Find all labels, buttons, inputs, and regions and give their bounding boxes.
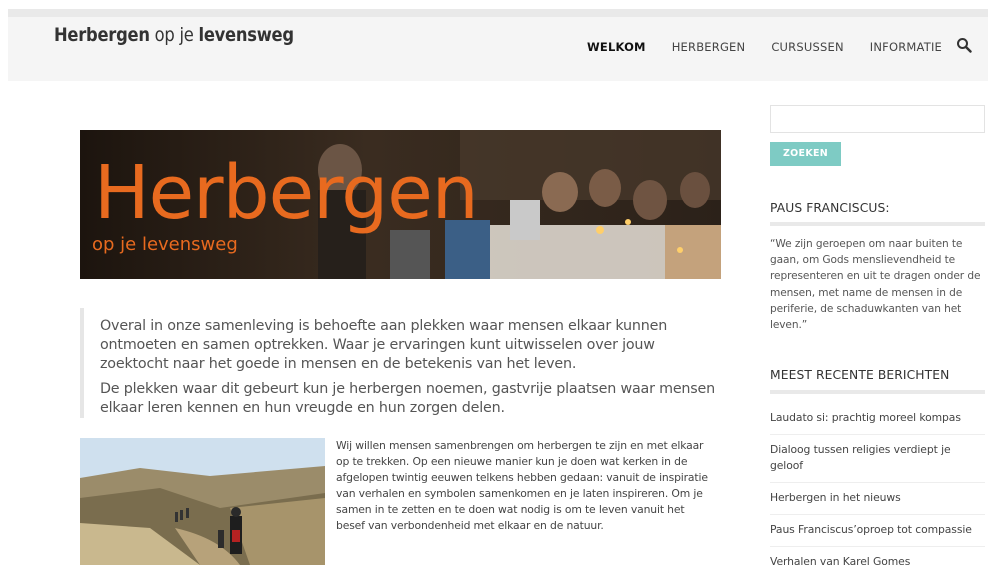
intro-paragraph-1: Overal in onze samenleving is behoefte a… bbox=[100, 318, 668, 372]
search-icon[interactable] bbox=[956, 37, 972, 53]
search-input[interactable] bbox=[770, 105, 985, 133]
recent-post-link[interactable]: Dialoog tussen religies verdiept je gelo… bbox=[770, 435, 985, 483]
recent-post-link[interactable]: Verhalen van Karel Gomes bbox=[770, 547, 985, 565]
recent-post-link[interactable]: Herbergen in het nieuws bbox=[770, 483, 985, 515]
logo-word-op-je: op je bbox=[149, 24, 199, 46]
widget-divider bbox=[770, 222, 985, 226]
search-button[interactable]: ZOEKEN bbox=[770, 142, 841, 166]
nav-item-informatie[interactable]: INFORMATIE bbox=[870, 40, 942, 54]
logo-word-herbergen: Herbergen bbox=[54, 24, 150, 46]
dunes-photo bbox=[80, 438, 325, 565]
recent-posts-list: Laudato si: prachtig moreel kompas Dialo… bbox=[770, 403, 985, 565]
site-header: Herbergen op je levensweg WELKOM HERBERG… bbox=[8, 17, 988, 81]
hero-subtitle: op je levensweg bbox=[92, 234, 238, 255]
recent-post-link[interactable]: Paus Franciscus’oproep tot compassie bbox=[770, 515, 985, 547]
main-nav: WELKOM HERBERGEN CURSUSSEN INFORMATIE bbox=[561, 37, 972, 55]
nav-item-herbergen[interactable]: HERBERGEN bbox=[672, 40, 746, 54]
recent-post-link[interactable]: Laudato si: prachtig moreel kompas bbox=[770, 403, 985, 435]
nav-item-cursussen[interactable]: CURSUSSEN bbox=[771, 40, 843, 54]
pope-quote: “We zijn geroepen om naar buiten te gaan… bbox=[770, 238, 981, 332]
logo-word-levensweg: levensweg bbox=[198, 24, 294, 46]
hero-banner: Herbergen op je levensweg bbox=[80, 130, 721, 279]
pope-widget-title: PAUS FRANCISCUS: bbox=[770, 201, 890, 215]
intro-paragraph-2: De plekken waar dit gebeurt kun je herbe… bbox=[100, 381, 715, 416]
site-logo[interactable]: Herbergen op je levensweg bbox=[54, 24, 294, 46]
hero-title: Herbergen bbox=[94, 150, 479, 236]
intro-blockquote: Overal in onze samenleving is behoefte a… bbox=[80, 308, 721, 418]
top-strip bbox=[8, 9, 988, 17]
body-paragraph: Wij willen mensen samenbrengen om herber… bbox=[336, 439, 708, 532]
recent-posts-title: MEEST RECENTE BERICHTEN bbox=[770, 368, 950, 382]
widget-divider bbox=[770, 390, 985, 394]
nav-item-welkom[interactable]: WELKOM bbox=[587, 40, 646, 54]
